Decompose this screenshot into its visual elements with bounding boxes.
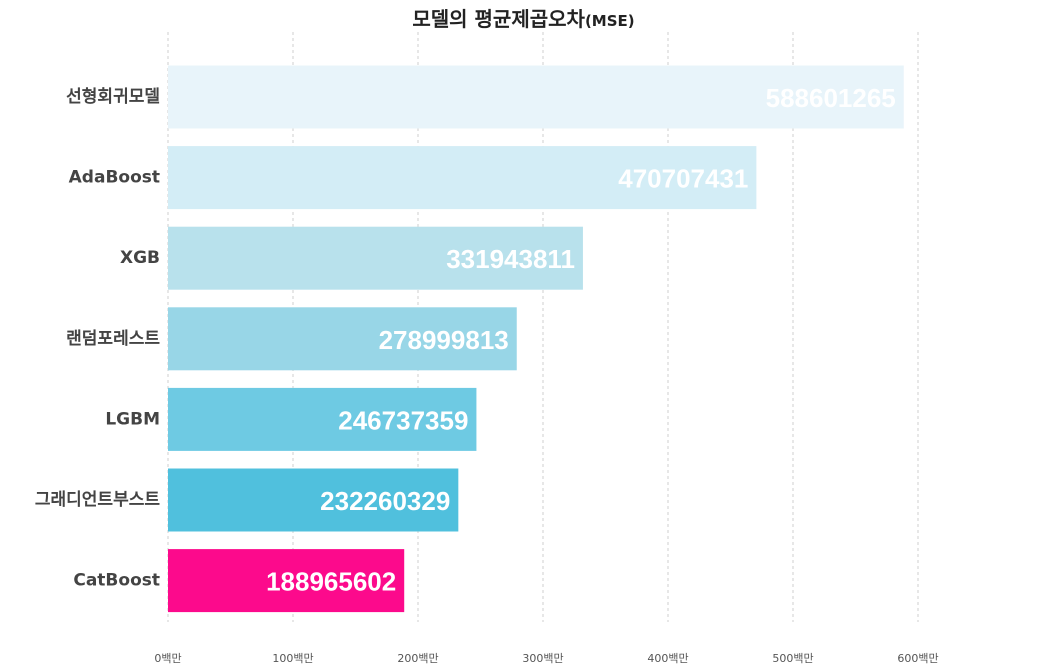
category-label: XGB xyxy=(120,248,160,268)
bar-chart: 선형회귀모델 AdaBoost XGB 랜덤포레스트 LGBM 그래디언트부스트 CatBo… xyxy=(35,32,939,665)
value-label: 331943811 xyxy=(446,244,575,274)
x-tick-label: 100백만 xyxy=(272,652,313,665)
value-label: 232260329 xyxy=(320,486,450,516)
value-label: 188965602 xyxy=(266,567,396,597)
x-tick-label: 600백만 xyxy=(897,652,938,665)
value-label: 246737359 xyxy=(338,405,468,435)
category-label: 그래디언트부스트 xyxy=(35,490,160,510)
category-labels: 선형회귀모델 AdaBoost XGB 랜덤포레스트 LGBM 그래디언트부스트 CatBo… xyxy=(35,86,160,591)
value-label: 588601265 xyxy=(766,83,896,113)
x-tick-label: 200백만 xyxy=(397,652,438,665)
category-label: 랜덤포레스트 xyxy=(66,329,160,349)
x-axis-ticks: 0백만 100백만 200백만 300백만 400백만 500백만 600백만 xyxy=(154,652,938,665)
category-label: LGBM xyxy=(105,409,160,429)
x-tick-label: 300백만 xyxy=(522,652,563,665)
category-label: CatBoost xyxy=(73,571,160,591)
x-tick-label: 0백만 xyxy=(154,652,181,665)
category-label: AdaBoost xyxy=(69,168,160,188)
value-label: 470707431 xyxy=(618,164,748,194)
x-tick-label: 400백만 xyxy=(647,652,688,665)
category-label: 선형회귀모델 xyxy=(66,86,160,107)
value-label: 278999813 xyxy=(379,325,509,355)
x-tick-label: 500백만 xyxy=(772,652,813,665)
